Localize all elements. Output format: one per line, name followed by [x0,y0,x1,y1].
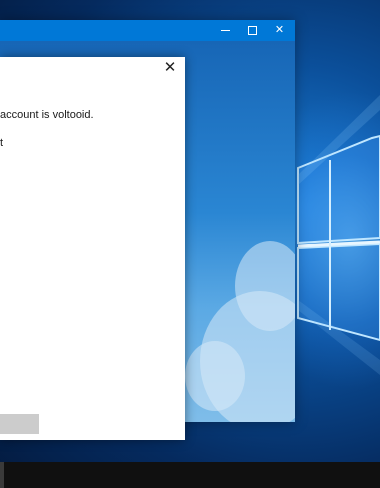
minimize-button[interactable] [212,20,239,41]
maximize-icon [248,25,257,35]
dialog-window: ✕ account is voltooid. t [0,57,185,440]
dialog-primary-button[interactable] [0,414,39,434]
cloud-decoration [185,341,245,411]
minimize-icon [221,29,230,31]
taskbar [0,462,380,488]
window-close-button[interactable]: ✕ [266,20,293,41]
dialog-message: account is voltooid. [0,109,94,121]
taskbar-item[interactable] [0,462,4,488]
window-titlebar: ✕ [0,20,295,41]
maximize-button[interactable] [239,20,266,41]
dialog-close-button[interactable]: ✕ [162,60,178,76]
close-icon: ✕ [163,59,177,76]
desktop: ✕ ✕ account is voltooid. t [0,0,380,488]
close-icon: ✕ [274,24,285,36]
dialog-message-secondary: t [0,137,4,149]
